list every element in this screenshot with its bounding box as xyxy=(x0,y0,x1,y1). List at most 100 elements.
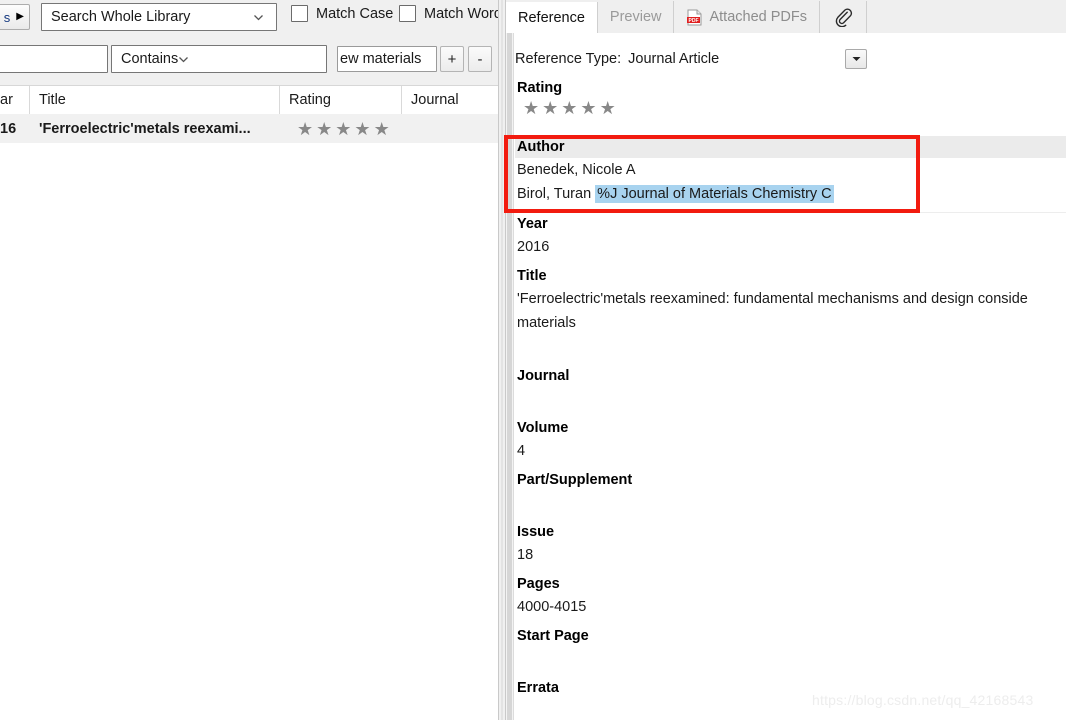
rating-stars[interactable]: ★ ★ ★ ★ ★ xyxy=(523,99,1066,117)
search-field-select[interactable] xyxy=(0,45,108,73)
chevron-down-icon xyxy=(0,46,107,57)
column-header-journal[interactable]: Journal xyxy=(402,86,498,114)
reference-type-dropdown-button[interactable] xyxy=(845,49,867,69)
field-part-supplement-label: Part/Supplement xyxy=(517,472,633,488)
column-header-rating[interactable]: Rating xyxy=(280,86,402,114)
chevron-right-icon: ▶ xyxy=(16,11,24,22)
field-year: Year 2016 xyxy=(515,213,1066,259)
remove-search-row-button[interactable]: - xyxy=(468,46,492,72)
tab-reference[interactable]: Reference xyxy=(506,2,598,34)
checkbox-box[interactable] xyxy=(399,5,416,22)
add-search-row-button[interactable]: + xyxy=(440,46,464,72)
match-case-label: Match Case xyxy=(316,5,394,22)
field-rating-label: Rating xyxy=(517,80,563,96)
pane-splitter[interactable] xyxy=(498,0,506,720)
tab-preview-label: Preview xyxy=(609,9,662,25)
field-author-label: Author xyxy=(515,136,1066,158)
field-author-value-line-1[interactable]: Benedek, Nicole A xyxy=(515,158,1066,182)
match-word-checkbox[interactable]: Match Word xyxy=(399,5,502,22)
table-row[interactable]: 16 'Ferroelectric'metals reexami... ★ ★ ★ ★… xyxy=(0,114,498,144)
search-toolbar: s ▶ Search Whole Library Match Case Matc… xyxy=(0,0,502,86)
reference-tabbar: Reference Preview PDF Attached PDFs xyxy=(506,0,1066,34)
nav-forward-button[interactable]: s ▶ xyxy=(0,4,30,30)
field-start-page: Start Page xyxy=(515,625,1066,671)
cell-year: 16 xyxy=(0,120,17,137)
cell-rating[interactable]: ★ ★ ★ ★ ★ xyxy=(280,114,402,143)
match-case-checkbox[interactable]: Match Case xyxy=(291,5,393,22)
library-pane: s ▶ Search Whole Library Match Case Matc… xyxy=(0,0,502,720)
star-icon[interactable]: ★ xyxy=(561,99,577,117)
star-icon[interactable]: ★ xyxy=(354,120,370,138)
reference-pane: Reference Preview PDF Attached PDFs Refe… xyxy=(506,0,1066,720)
checkbox-box[interactable] xyxy=(291,5,308,22)
search-term-value: ew materials xyxy=(340,51,422,67)
field-year-label: Year xyxy=(517,216,548,232)
search-operator-select[interactable]: Contains xyxy=(111,45,327,73)
field-title-value-line-1[interactable]: 'Ferroelectric'metals reexamined: fundam… xyxy=(515,287,1066,311)
star-icon[interactable]: ★ xyxy=(335,120,351,138)
star-icon[interactable]: ★ xyxy=(374,120,390,138)
reference-fields: Reference Type: Journal Article Rating ★… xyxy=(515,33,1066,720)
field-part-supplement-value[interactable] xyxy=(515,491,1066,515)
author-name-text: Birol, Turan xyxy=(517,186,596,202)
caret-down-icon xyxy=(852,57,860,61)
search-scope-select[interactable]: Search Whole Library xyxy=(41,3,277,31)
field-journal: Journal xyxy=(515,365,1066,411)
table-header-row: ar Title Rating Journal xyxy=(0,86,498,115)
field-pages-label: Pages xyxy=(517,576,560,592)
search-term-input[interactable]: ew materials xyxy=(337,46,437,72)
field-volume-value[interactable]: 4 xyxy=(515,439,1066,463)
svg-text:PDF: PDF xyxy=(689,17,699,23)
reference-type-value: Journal Article xyxy=(628,51,720,67)
star-icon[interactable]: ★ xyxy=(600,99,616,117)
nav-button-label: s xyxy=(3,9,11,25)
field-rating: Rating ★ ★ ★ ★ ★ xyxy=(515,77,1066,123)
tab-reference-label: Reference xyxy=(518,9,585,26)
star-icon[interactable]: ★ xyxy=(580,99,596,117)
tab-preview[interactable]: Preview xyxy=(598,1,675,33)
endnote-window: s ▶ Search Whole Library Match Case Matc… xyxy=(0,0,1066,720)
field-pages: Pages 4000-4015 xyxy=(515,573,1066,619)
field-issue-value[interactable]: 18 xyxy=(515,543,1066,567)
field-issue: Issue 18 xyxy=(515,521,1066,567)
results-empty-area xyxy=(0,143,498,720)
reference-type-label: Reference Type: xyxy=(515,51,622,67)
results-table: ar Title Rating Journal 16 'Ferroelectri… xyxy=(0,86,498,144)
field-rating-value[interactable]: ★ ★ ★ ★ ★ xyxy=(515,99,1066,123)
field-pages-value[interactable]: 4000-4015 xyxy=(515,595,1066,619)
search-operator-value: Contains xyxy=(121,51,179,67)
tab-attachments[interactable] xyxy=(820,1,867,33)
reference-form: Reference Type: Journal Article Rating ★… xyxy=(506,33,1066,720)
chevron-down-icon xyxy=(178,54,189,65)
reference-scrollbar[interactable] xyxy=(506,33,514,720)
column-header-title[interactable]: Title xyxy=(30,86,280,114)
paperclip-icon xyxy=(833,7,853,28)
cell-title: 'Ferroelectric'metals reexami... xyxy=(39,120,251,137)
star-icon[interactable]: ★ xyxy=(316,120,332,138)
field-title-value-line-2[interactable]: materials xyxy=(515,311,1066,335)
star-icon[interactable]: ★ xyxy=(523,99,539,117)
scrollbar-thumb[interactable] xyxy=(507,33,512,720)
author-highlighted-text: %J Journal of Materials Chemistry C xyxy=(595,185,834,203)
reference-type-row: Reference Type: Journal Article xyxy=(515,47,1066,71)
cell-journal xyxy=(402,114,498,143)
splitter-grip xyxy=(501,0,503,720)
field-start-page-value[interactable] xyxy=(515,647,1066,671)
field-part-supplement: Part/Supplement xyxy=(515,469,1066,515)
field-author-value-line-2[interactable]: Birol, Turan %J Journal of Materials Che… xyxy=(515,182,1066,206)
star-icon[interactable]: ★ xyxy=(542,99,558,117)
field-journal-value[interactable] xyxy=(515,387,1066,411)
pdf-icon: PDF xyxy=(686,9,703,26)
field-issue-label: Issue xyxy=(517,524,555,540)
star-icon[interactable]: ★ xyxy=(297,120,313,138)
column-header-year[interactable]: ar xyxy=(0,86,30,114)
tab-attached-pdfs[interactable]: PDF Attached PDFs xyxy=(674,1,820,33)
field-divider xyxy=(515,212,1066,213)
field-journal-label: Journal xyxy=(517,368,570,384)
watermark-text: https://blog.csdn.net/qq_42168543 xyxy=(812,692,1034,708)
rating-stars[interactable]: ★ ★ ★ ★ ★ xyxy=(297,120,390,138)
chevron-down-icon xyxy=(253,12,264,23)
field-author: Author Benedek, Nicole A Birol, Turan %J… xyxy=(515,136,1066,206)
field-year-value[interactable]: 2016 xyxy=(515,235,1066,259)
search-scope-value: Search Whole Library xyxy=(51,9,191,25)
